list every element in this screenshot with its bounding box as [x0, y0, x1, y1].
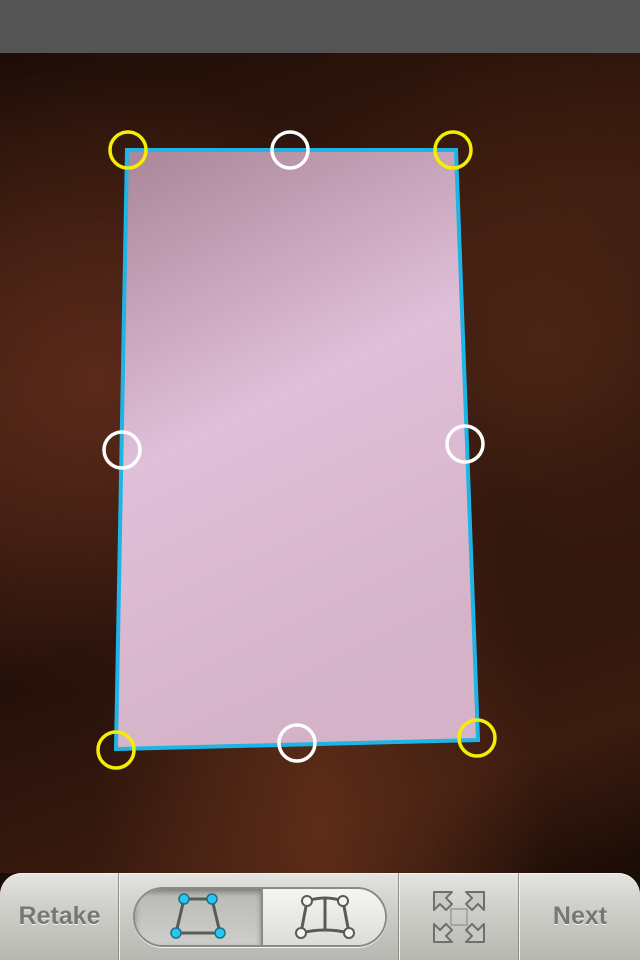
retake-label: Retake	[18, 902, 101, 930]
toolbar-divider	[118, 873, 120, 960]
crop-overlay	[96, 130, 497, 770]
quad-crop-icon	[170, 893, 226, 939]
document-region	[113, 148, 481, 752]
next-button[interactable]: Next	[520, 873, 640, 960]
expand-arrows-icon	[433, 890, 485, 943]
expand-full-button[interactable]	[400, 873, 518, 960]
next-label: Next	[552, 902, 608, 930]
crop-mode-segmented-control	[133, 887, 387, 947]
quad-crop-mode-button[interactable]	[135, 889, 261, 945]
retake-button[interactable]: Retake	[0, 873, 119, 960]
curved-page-mode-button[interactable]	[261, 889, 385, 945]
curved-page-icon	[295, 895, 355, 939]
